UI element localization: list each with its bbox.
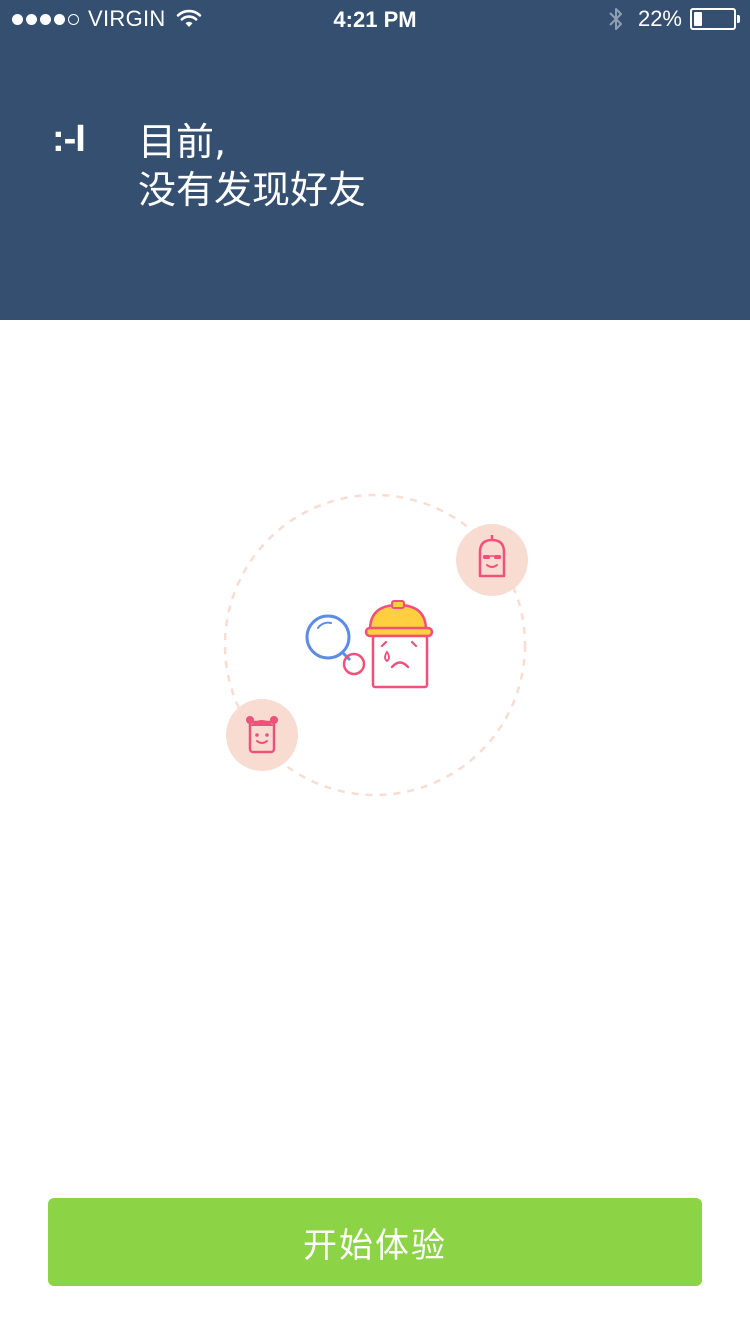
empty-state-illustration: [223, 493, 528, 797]
headline-line-2: 没有发现好友: [138, 168, 367, 212]
battery-percent: 22%: [637, 6, 682, 31]
emoticon: :-I: [52, 118, 86, 160]
bluetooth-icon: [609, 8, 622, 30]
magnifier-icon: [305, 614, 366, 676]
sunglasses-friend-icon: [456, 524, 528, 596]
battery-cap: [737, 15, 740, 23]
status-right: 22%: [606, 6, 740, 32]
battery-fill: [694, 12, 702, 26]
sad-character-helmet-icon: [364, 600, 434, 689]
start-button[interactable]: 开始体验: [48, 1198, 702, 1286]
status-bar: VIRGIN 4:21 PM 22%: [0, 0, 750, 40]
headline: 目前, 没有发现好友: [138, 118, 366, 214]
headline-line-1: 目前,: [138, 120, 227, 164]
header: VIRGIN 4:21 PM 22% :-I 目前, 没有发现好友: [0, 0, 750, 320]
battery-icon: [690, 8, 740, 30]
girl-friend-icon: [226, 699, 298, 771]
